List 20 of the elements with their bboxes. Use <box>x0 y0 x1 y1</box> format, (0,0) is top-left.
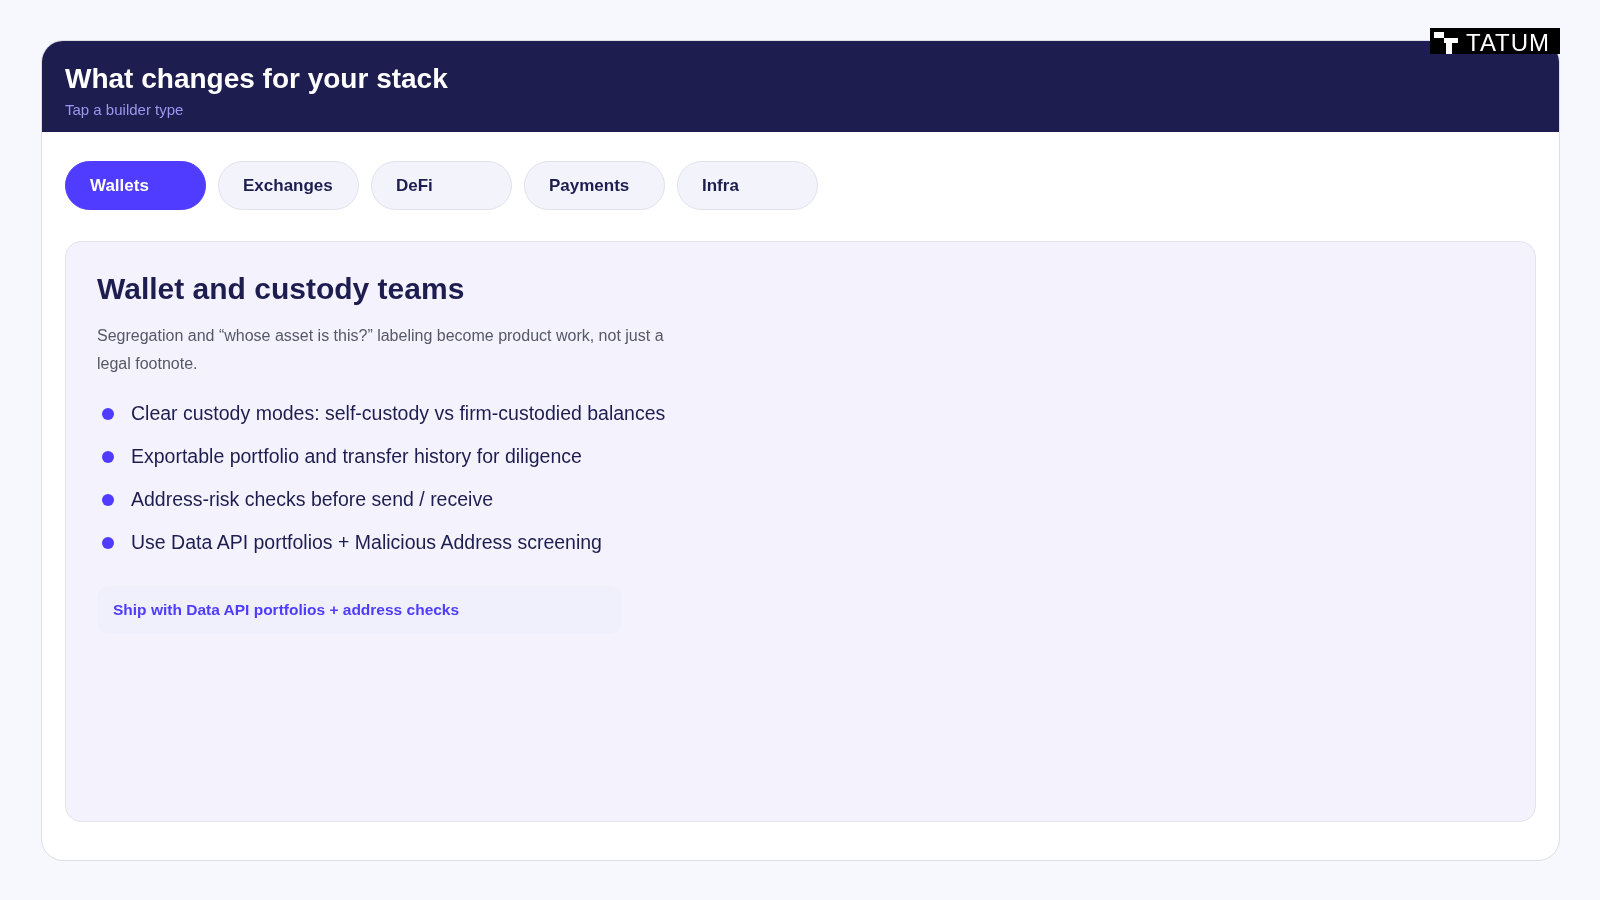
bullet-text: Address-risk checks before send / receive <box>131 488 493 511</box>
logo-mark-icon <box>1434 32 1460 54</box>
panel-title: Wallet and custody teams <box>97 272 465 306</box>
builder-tab[interactable]: Payments <box>524 161 665 210</box>
page-title: What changes for your stack <box>65 63 449 95</box>
bullet-text: Clear custody modes: self-custody vs firm-custodied balances <box>131 402 666 425</box>
bullet-dot <box>102 493 114 506</box>
logo-text: TATUM <box>1466 32 1551 54</box>
cta-link[interactable]: Ship with Data API portfolios + address checks <box>97 586 622 634</box>
bullet-dot <box>102 536 114 549</box>
builder-tab[interactable]: Exchanges <box>218 161 359 210</box>
bullet-text: Exportable portfolio and transfer history for diligence <box>131 445 582 468</box>
bullet-dot <box>102 450 114 463</box>
builder-tab[interactable]: Wallets <box>65 161 206 210</box>
page-subtitle: Tap a builder type <box>65 101 185 118</box>
builder-tab[interactable]: DeFi <box>371 161 512 210</box>
panel-description: Segregation and “whose asset is this?” labeling become product work, not just a legal footnote. <box>97 326 665 374</box>
builder-tab[interactable]: Infra <box>677 161 818 210</box>
bullet-dot <box>102 407 114 420</box>
bullet-text: Use Data API portfolios + Malicious Address screening <box>131 531 602 554</box>
